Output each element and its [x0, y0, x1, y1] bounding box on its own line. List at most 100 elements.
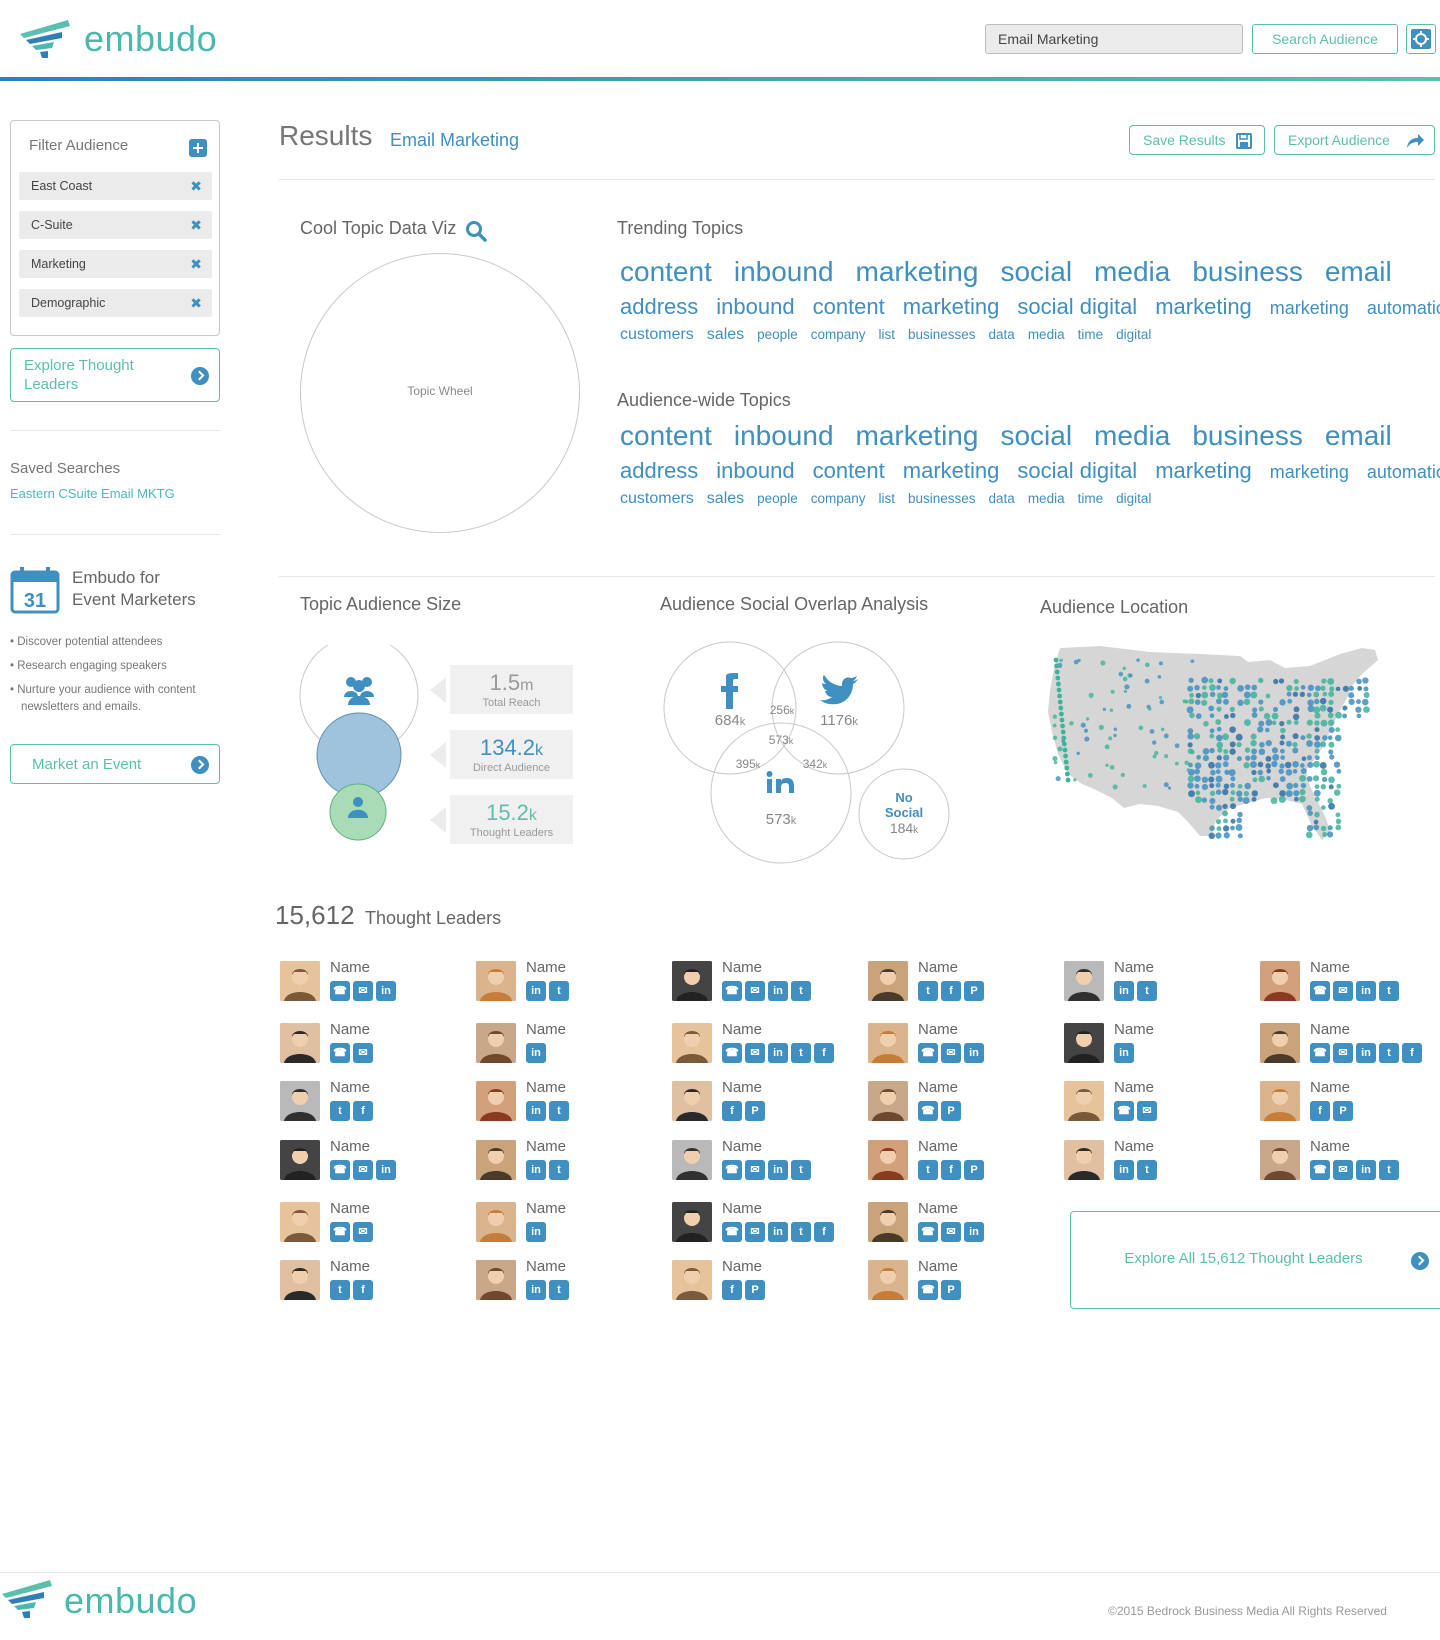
us-location-map[interactable]: [1040, 640, 1390, 860]
topic-tag[interactable]: marketing: [856, 420, 979, 451]
facebook-icon[interactable]: f: [1310, 1101, 1330, 1121]
topic-tag[interactable]: marketing: [856, 256, 979, 287]
footer-logo-wordmark[interactable]: embudo: [64, 1580, 197, 1622]
linkedin-icon[interactable]: in: [1114, 1043, 1134, 1063]
topic-tag[interactable]: social: [1000, 420, 1072, 451]
twitter-icon[interactable]: t: [1137, 1160, 1157, 1180]
thought-leader-card[interactable]: Name ☎ ✉ in t: [1260, 959, 1440, 1005]
filter-chip[interactable]: East Coast ✖: [19, 172, 212, 200]
pinterest-icon[interactable]: P: [745, 1101, 765, 1121]
thought-leader-card[interactable]: Name in t: [1064, 959, 1254, 1005]
avatar[interactable]: [1260, 1023, 1300, 1063]
avatar[interactable]: [280, 1081, 320, 1121]
phone-icon[interactable]: ☎: [918, 1101, 938, 1121]
pinterest-icon[interactable]: P: [964, 1160, 984, 1180]
phone-icon[interactable]: ☎: [330, 1160, 350, 1180]
email-icon[interactable]: ✉: [745, 1222, 765, 1242]
topic-tag[interactable]: email: [1325, 256, 1392, 287]
linkedin-icon[interactable]: in: [526, 981, 546, 1001]
leader-name[interactable]: Name: [526, 1200, 566, 1217]
leader-name[interactable]: Name: [918, 1138, 958, 1155]
topic-tag[interactable]: digital: [1116, 327, 1151, 342]
thought-leader-card[interactable]: Name in t: [476, 959, 666, 1005]
avatar[interactable]: [1064, 1140, 1104, 1180]
leader-name[interactable]: Name: [330, 1200, 370, 1217]
thought-leader-card[interactable]: Name f P: [672, 1079, 862, 1125]
thought-leader-card[interactable]: Name t f P: [868, 959, 1058, 1005]
topic-tag[interactable]: inbound: [716, 294, 794, 319]
remove-filter-icon[interactable]: ✖: [190, 289, 202, 317]
avatar[interactable]: [476, 1260, 516, 1300]
thought-leader-card[interactable]: Name ☎ ✉ in t: [672, 959, 862, 1005]
avatar[interactable]: [672, 1023, 712, 1063]
facebook-icon[interactable]: f: [814, 1043, 834, 1063]
facebook-icon[interactable]: f: [941, 981, 961, 1001]
facebook-icon[interactable]: f: [1402, 1043, 1422, 1063]
thought-leader-card[interactable]: Name ☎ ✉ in t: [672, 1138, 862, 1184]
facebook-icon[interactable]: f: [941, 1160, 961, 1180]
thought-leader-card[interactable]: Name in: [1064, 1021, 1254, 1067]
pinterest-icon[interactable]: P: [745, 1280, 765, 1300]
settings-button[interactable]: [1406, 24, 1436, 54]
phone-icon[interactable]: ☎: [918, 1043, 938, 1063]
linkedin-icon[interactable]: in: [1356, 981, 1376, 1001]
avatar[interactable]: [868, 1081, 908, 1121]
thought-leader-card[interactable]: Name ☎ P: [868, 1258, 1058, 1304]
topic-tag[interactable]: data: [989, 327, 1015, 342]
email-icon[interactable]: ✉: [745, 1043, 765, 1063]
leader-name[interactable]: Name: [330, 1021, 370, 1038]
leader-name[interactable]: Name: [1114, 1021, 1154, 1038]
topic-tag[interactable]: sales: [707, 490, 744, 507]
thought-leader-card[interactable]: Name ☎ ✉: [1064, 1079, 1254, 1125]
thought-leader-card[interactable]: Name ☎ ✉: [280, 1200, 470, 1246]
leader-name[interactable]: Name: [722, 1138, 762, 1155]
linkedin-icon[interactable]: in: [376, 1160, 396, 1180]
phone-icon[interactable]: ☎: [330, 981, 350, 1001]
avatar[interactable]: [280, 1202, 320, 1242]
avatar[interactable]: [476, 961, 516, 1001]
facebook-icon[interactable]: f: [722, 1101, 742, 1121]
avatar[interactable]: [476, 1140, 516, 1180]
email-icon[interactable]: ✉: [1333, 1043, 1353, 1063]
search-icon[interactable]: [465, 220, 487, 242]
phone-icon[interactable]: ☎: [918, 1222, 938, 1242]
thought-leader-card[interactable]: Name ☎ ✉ in t f: [1260, 1021, 1440, 1067]
topic-wheel[interactable]: Topic Wheel: [300, 253, 580, 533]
leader-name[interactable]: Name: [722, 1200, 762, 1217]
leader-name[interactable]: Name: [526, 1079, 566, 1096]
email-icon[interactable]: ✉: [941, 1043, 961, 1063]
topic-tag[interactable]: data: [989, 491, 1015, 506]
leader-name[interactable]: Name: [330, 1138, 370, 1155]
thought-leader-card[interactable]: Name ☎ ✉ in t f: [672, 1021, 862, 1067]
pinterest-icon[interactable]: P: [941, 1101, 961, 1121]
avatar[interactable]: [868, 1023, 908, 1063]
pinterest-icon[interactable]: P: [1333, 1101, 1353, 1121]
topic-tag[interactable]: marketing: [903, 294, 1000, 319]
facebook-icon[interactable]: f: [814, 1222, 834, 1242]
phone-icon[interactable]: ☎: [722, 981, 742, 1001]
leader-name[interactable]: Name: [1114, 1138, 1154, 1155]
linkedin-icon[interactable]: in: [768, 1160, 788, 1180]
leader-name[interactable]: Name: [722, 1021, 762, 1038]
email-icon[interactable]: ✉: [1333, 1160, 1353, 1180]
search-input[interactable]: [985, 24, 1243, 54]
topic-tag[interactable]: customers: [620, 490, 694, 507]
twitter-icon[interactable]: t: [1379, 1160, 1399, 1180]
topic-tag[interactable]: marketing: [1270, 462, 1349, 482]
thought-leader-card[interactable]: Name ☎ ✉ in: [868, 1021, 1058, 1067]
topic-tag[interactable]: time: [1078, 491, 1104, 506]
explore-thought-leaders-button[interactable]: Explore Thought Leaders: [10, 348, 220, 402]
topic-tag[interactable]: marketing: [903, 458, 1000, 483]
twitter-icon[interactable]: t: [1137, 981, 1157, 1001]
thought-leader-card[interactable]: Name ☎ ✉ in t: [1260, 1138, 1440, 1184]
phone-icon[interactable]: ☎: [330, 1222, 350, 1242]
thought-leader-card[interactable]: Name ☎ ✉ in: [868, 1200, 1058, 1246]
phone-icon[interactable]: ☎: [722, 1160, 742, 1180]
phone-icon[interactable]: ☎: [330, 1043, 350, 1063]
avatar[interactable]: [868, 1140, 908, 1180]
leader-name[interactable]: Name: [1114, 959, 1154, 976]
add-filter-icon[interactable]: [189, 139, 207, 157]
twitter-icon[interactable]: t: [791, 1043, 811, 1063]
topic-tag[interactable]: list: [878, 327, 895, 342]
pinterest-icon[interactable]: P: [941, 1280, 961, 1300]
